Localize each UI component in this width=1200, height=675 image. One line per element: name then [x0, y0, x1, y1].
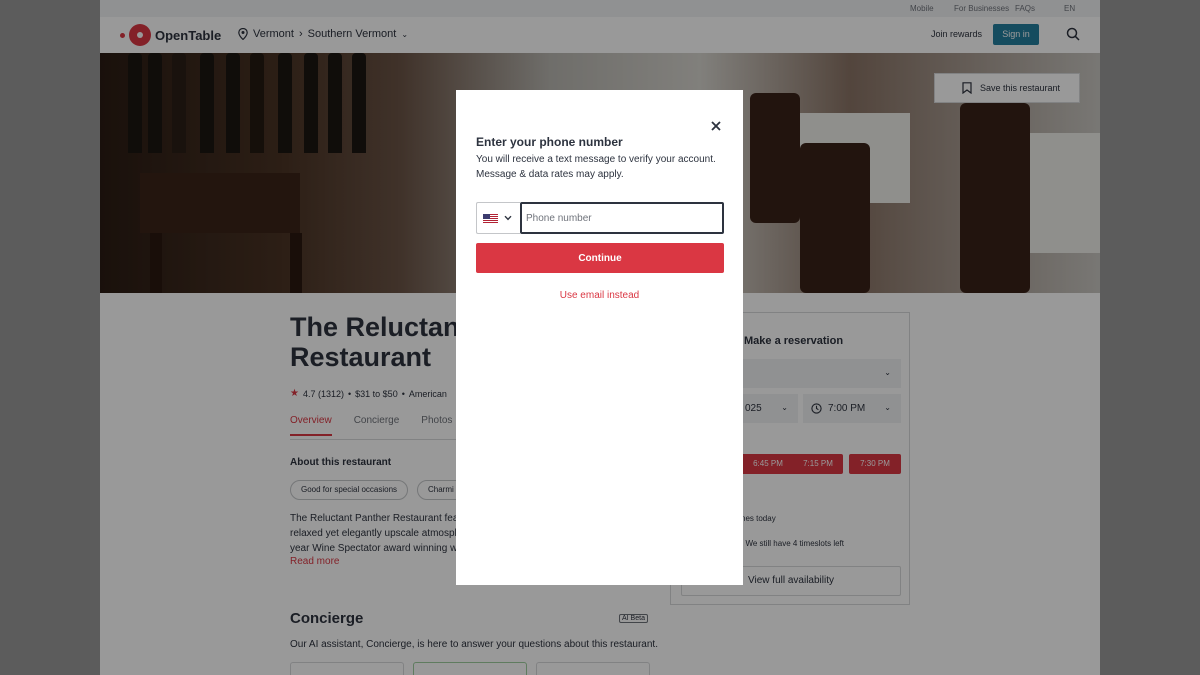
continue-button[interactable]: Continue — [476, 243, 724, 273]
phone-verification-modal: Enter your phone number You will receive… — [456, 90, 743, 585]
modal-description: You will receive a text message to verif… — [476, 154, 716, 180]
modal-title: Enter your phone number — [476, 135, 623, 149]
phone-number-input[interactable] — [520, 202, 724, 234]
us-flag-icon — [483, 213, 498, 223]
close-icon[interactable] — [710, 120, 722, 132]
chevron-down-icon — [504, 215, 512, 221]
country-code-select[interactable] — [476, 202, 520, 234]
use-email-link[interactable]: Use email instead — [456, 290, 743, 301]
